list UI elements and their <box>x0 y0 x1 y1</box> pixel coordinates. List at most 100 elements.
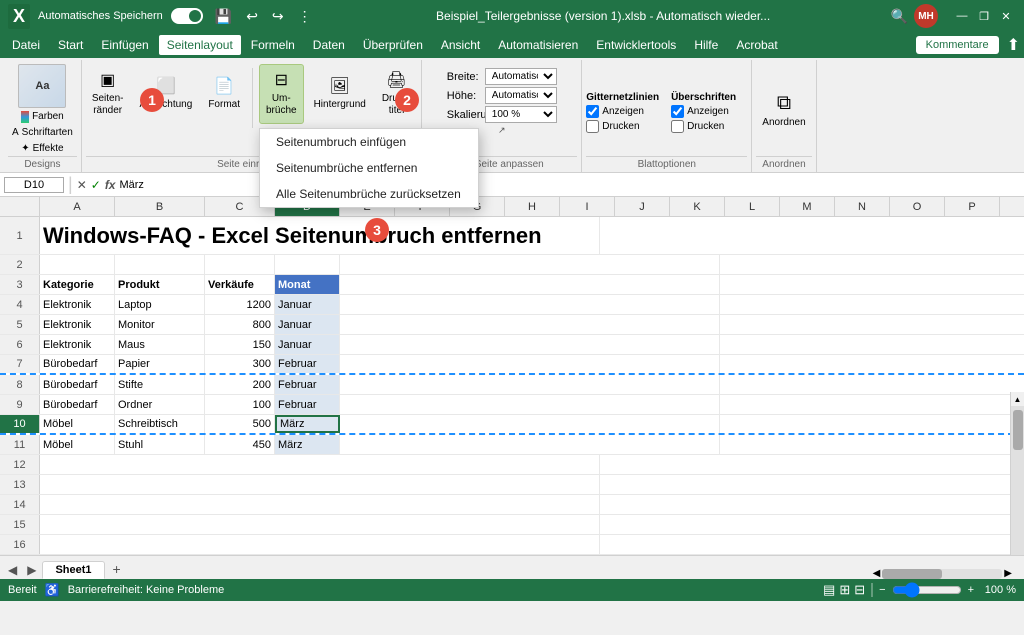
row-num-10[interactable]: 10 <box>0 415 40 433</box>
breite-select[interactable]: Automatisc <box>485 68 557 85</box>
menu-hilfe[interactable]: Hilfe <box>686 35 726 55</box>
formula-input[interactable]: März <box>119 179 1020 191</box>
row-num-9[interactable]: 9 <box>0 395 40 414</box>
cell-11c[interactable]: 450 <box>205 435 275 454</box>
sheet-tab-sheet1[interactable]: Sheet1 <box>42 561 104 579</box>
cell-10d[interactable]: März <box>275 415 340 433</box>
gitternetz-anzeigen-checkbox[interactable] <box>586 105 599 118</box>
cell-5c[interactable]: 800 <box>205 315 275 334</box>
row-num-12[interactable]: 12 <box>0 455 40 474</box>
search-icon[interactable]: 🔍 <box>891 8 908 25</box>
cell-7b[interactable]: Papier <box>115 355 205 373</box>
cell-14a[interactable] <box>40 495 600 514</box>
format-button[interactable]: 📄 Format <box>202 64 246 124</box>
sheet-nav-left[interactable]: ◀ <box>4 561 21 579</box>
cell-2e[interactable] <box>340 255 720 274</box>
cell-15a[interactable] <box>40 515 600 534</box>
cell-11b[interactable]: Stuhl <box>115 435 205 454</box>
col-header-p[interactable]: P <box>945 197 1000 216</box>
normal-view-icon[interactable]: ▤ <box>823 582 835 598</box>
cell-8b[interactable]: Stifte <box>115 375 205 394</box>
close-button[interactable]: ✕ <box>996 6 1016 26</box>
cell-4a[interactable]: Elektronik <box>40 295 115 314</box>
ueberschr-anzeigen-checkbox[interactable] <box>671 105 684 118</box>
restore-button[interactable]: ❐ <box>974 6 994 26</box>
cell-12a[interactable] <box>40 455 600 474</box>
cell-10e[interactable] <box>340 415 720 433</box>
hintergrund-button[interactable]: 🖼 Hintergrund <box>308 64 372 124</box>
avatar[interactable]: MH <box>914 4 938 28</box>
zoom-slider[interactable] <box>892 582 962 598</box>
menu-entwicklertools[interactable]: Entwicklertools <box>588 35 684 55</box>
cell-9d[interactable]: Februar <box>275 395 340 414</box>
header-produkt[interactable]: Produkt <box>115 275 205 294</box>
cell-2b[interactable] <box>115 255 205 274</box>
gitternetz-drucken-checkbox[interactable] <box>586 120 599 133</box>
cell-4d[interactable]: Januar <box>275 295 340 314</box>
autosave-toggle[interactable] <box>171 8 203 24</box>
hoehe-select[interactable]: Automatisc <box>485 87 557 104</box>
header-monat[interactable]: Monat <box>275 275 340 294</box>
designs-button[interactable]: Aa <box>18 64 66 108</box>
zoom-out-icon[interactable]: − <box>879 584 885 596</box>
cell-6e[interactable] <box>340 335 720 354</box>
menu-ueberpruefen[interactable]: Überprüfen <box>355 35 431 55</box>
anordnen-button[interactable]: ⧉ Anordnen <box>756 80 811 140</box>
cell-8d[interactable]: Februar <box>275 375 340 394</box>
cell-8c[interactable]: 200 <box>205 375 275 394</box>
menu-daten[interactable]: Daten <box>305 35 353 55</box>
dropdown-item-entfernen[interactable]: Seitenumbrüche entfernen <box>260 155 478 181</box>
col-header-l[interactable]: L <box>725 197 780 216</box>
cell-11d[interactable]: März <box>275 435 340 454</box>
col-header-j[interactable]: J <box>615 197 670 216</box>
cell-13a[interactable] <box>40 475 600 494</box>
cell-11a[interactable]: Möbel <box>40 435 115 454</box>
hscroll-thumb[interactable] <box>882 569 942 579</box>
cell-8a[interactable]: Bürobedarf <box>40 375 115 394</box>
seitenraender-button[interactable]: ▣ Seiten- ränder <box>86 64 130 124</box>
menu-start[interactable]: Start <box>50 35 91 55</box>
page-layout-icon[interactable]: ⊞ <box>839 582 850 598</box>
row-num-11[interactable]: 11 <box>0 435 40 454</box>
cell-10b[interactable]: Schreibtisch <box>115 415 205 433</box>
row-num-2[interactable]: 2 <box>0 255 40 274</box>
undo-icon[interactable]: ↩ <box>242 6 262 27</box>
comments-button[interactable]: Kommentare <box>916 36 999 54</box>
title-cell[interactable]: Windows-FAQ - Excel Seitenumbruch entfer… <box>40 217 600 254</box>
dropdown-item-einfuegen[interactable]: Seitenumbruch einfügen <box>260 129 478 155</box>
row-num-14[interactable]: 14 <box>0 495 40 514</box>
minimize-button[interactable]: — <box>952 6 972 26</box>
cell-9c[interactable]: 100 <box>205 395 275 414</box>
row-num-15[interactable]: 15 <box>0 515 40 534</box>
cross-icon[interactable]: ✕ <box>77 178 87 192</box>
menu-ansicht[interactable]: Ansicht <box>433 35 488 55</box>
row-num-4[interactable]: 4 <box>0 295 40 314</box>
cell-7c[interactable]: 300 <box>205 355 275 373</box>
row-num-16[interactable]: 16 <box>0 535 40 554</box>
dropdown-item-alle-zurueck[interactable]: Alle Seitenumbrüche zurücksetzen <box>260 181 478 207</box>
fx-icon[interactable]: fx <box>105 178 116 192</box>
cell-7e[interactable] <box>340 355 720 373</box>
col-header-b[interactable]: B <box>115 197 205 216</box>
vertical-scrollbar[interactable]: ▲ ▼ <box>1010 392 1024 555</box>
header-verkauefe[interactable]: Verkäufe <box>205 275 275 294</box>
cell-6b[interactable]: Maus <box>115 335 205 354</box>
menu-formeln[interactable]: Formeln <box>243 35 303 55</box>
cell-5b[interactable]: Monitor <box>115 315 205 334</box>
cell-2c[interactable] <box>205 255 275 274</box>
cell-4e[interactable] <box>340 295 720 314</box>
cell-5e[interactable] <box>340 315 720 334</box>
cell-9e[interactable] <box>340 395 720 414</box>
redo-icon[interactable]: ↪ <box>268 6 288 27</box>
sheet-nav-right[interactable]: ▶ <box>23 561 40 579</box>
cell-10a[interactable]: Möbel <box>40 415 115 433</box>
row-num-3[interactable]: 3 <box>0 275 40 294</box>
cell-5d[interactable]: Januar <box>275 315 340 334</box>
share-icon[interactable]: ⬆ <box>1007 35 1020 55</box>
header-kategorie[interactable]: Kategorie <box>40 275 115 294</box>
menu-einfuegen[interactable]: Einfügen <box>93 35 156 55</box>
umbrueche-button[interactable]: ⊟ Um- brüche <box>259 64 304 124</box>
cell-9a[interactable]: Bürobedarf <box>40 395 115 414</box>
add-sheet-button[interactable]: + <box>107 559 127 579</box>
cell-11e[interactable] <box>340 435 720 454</box>
